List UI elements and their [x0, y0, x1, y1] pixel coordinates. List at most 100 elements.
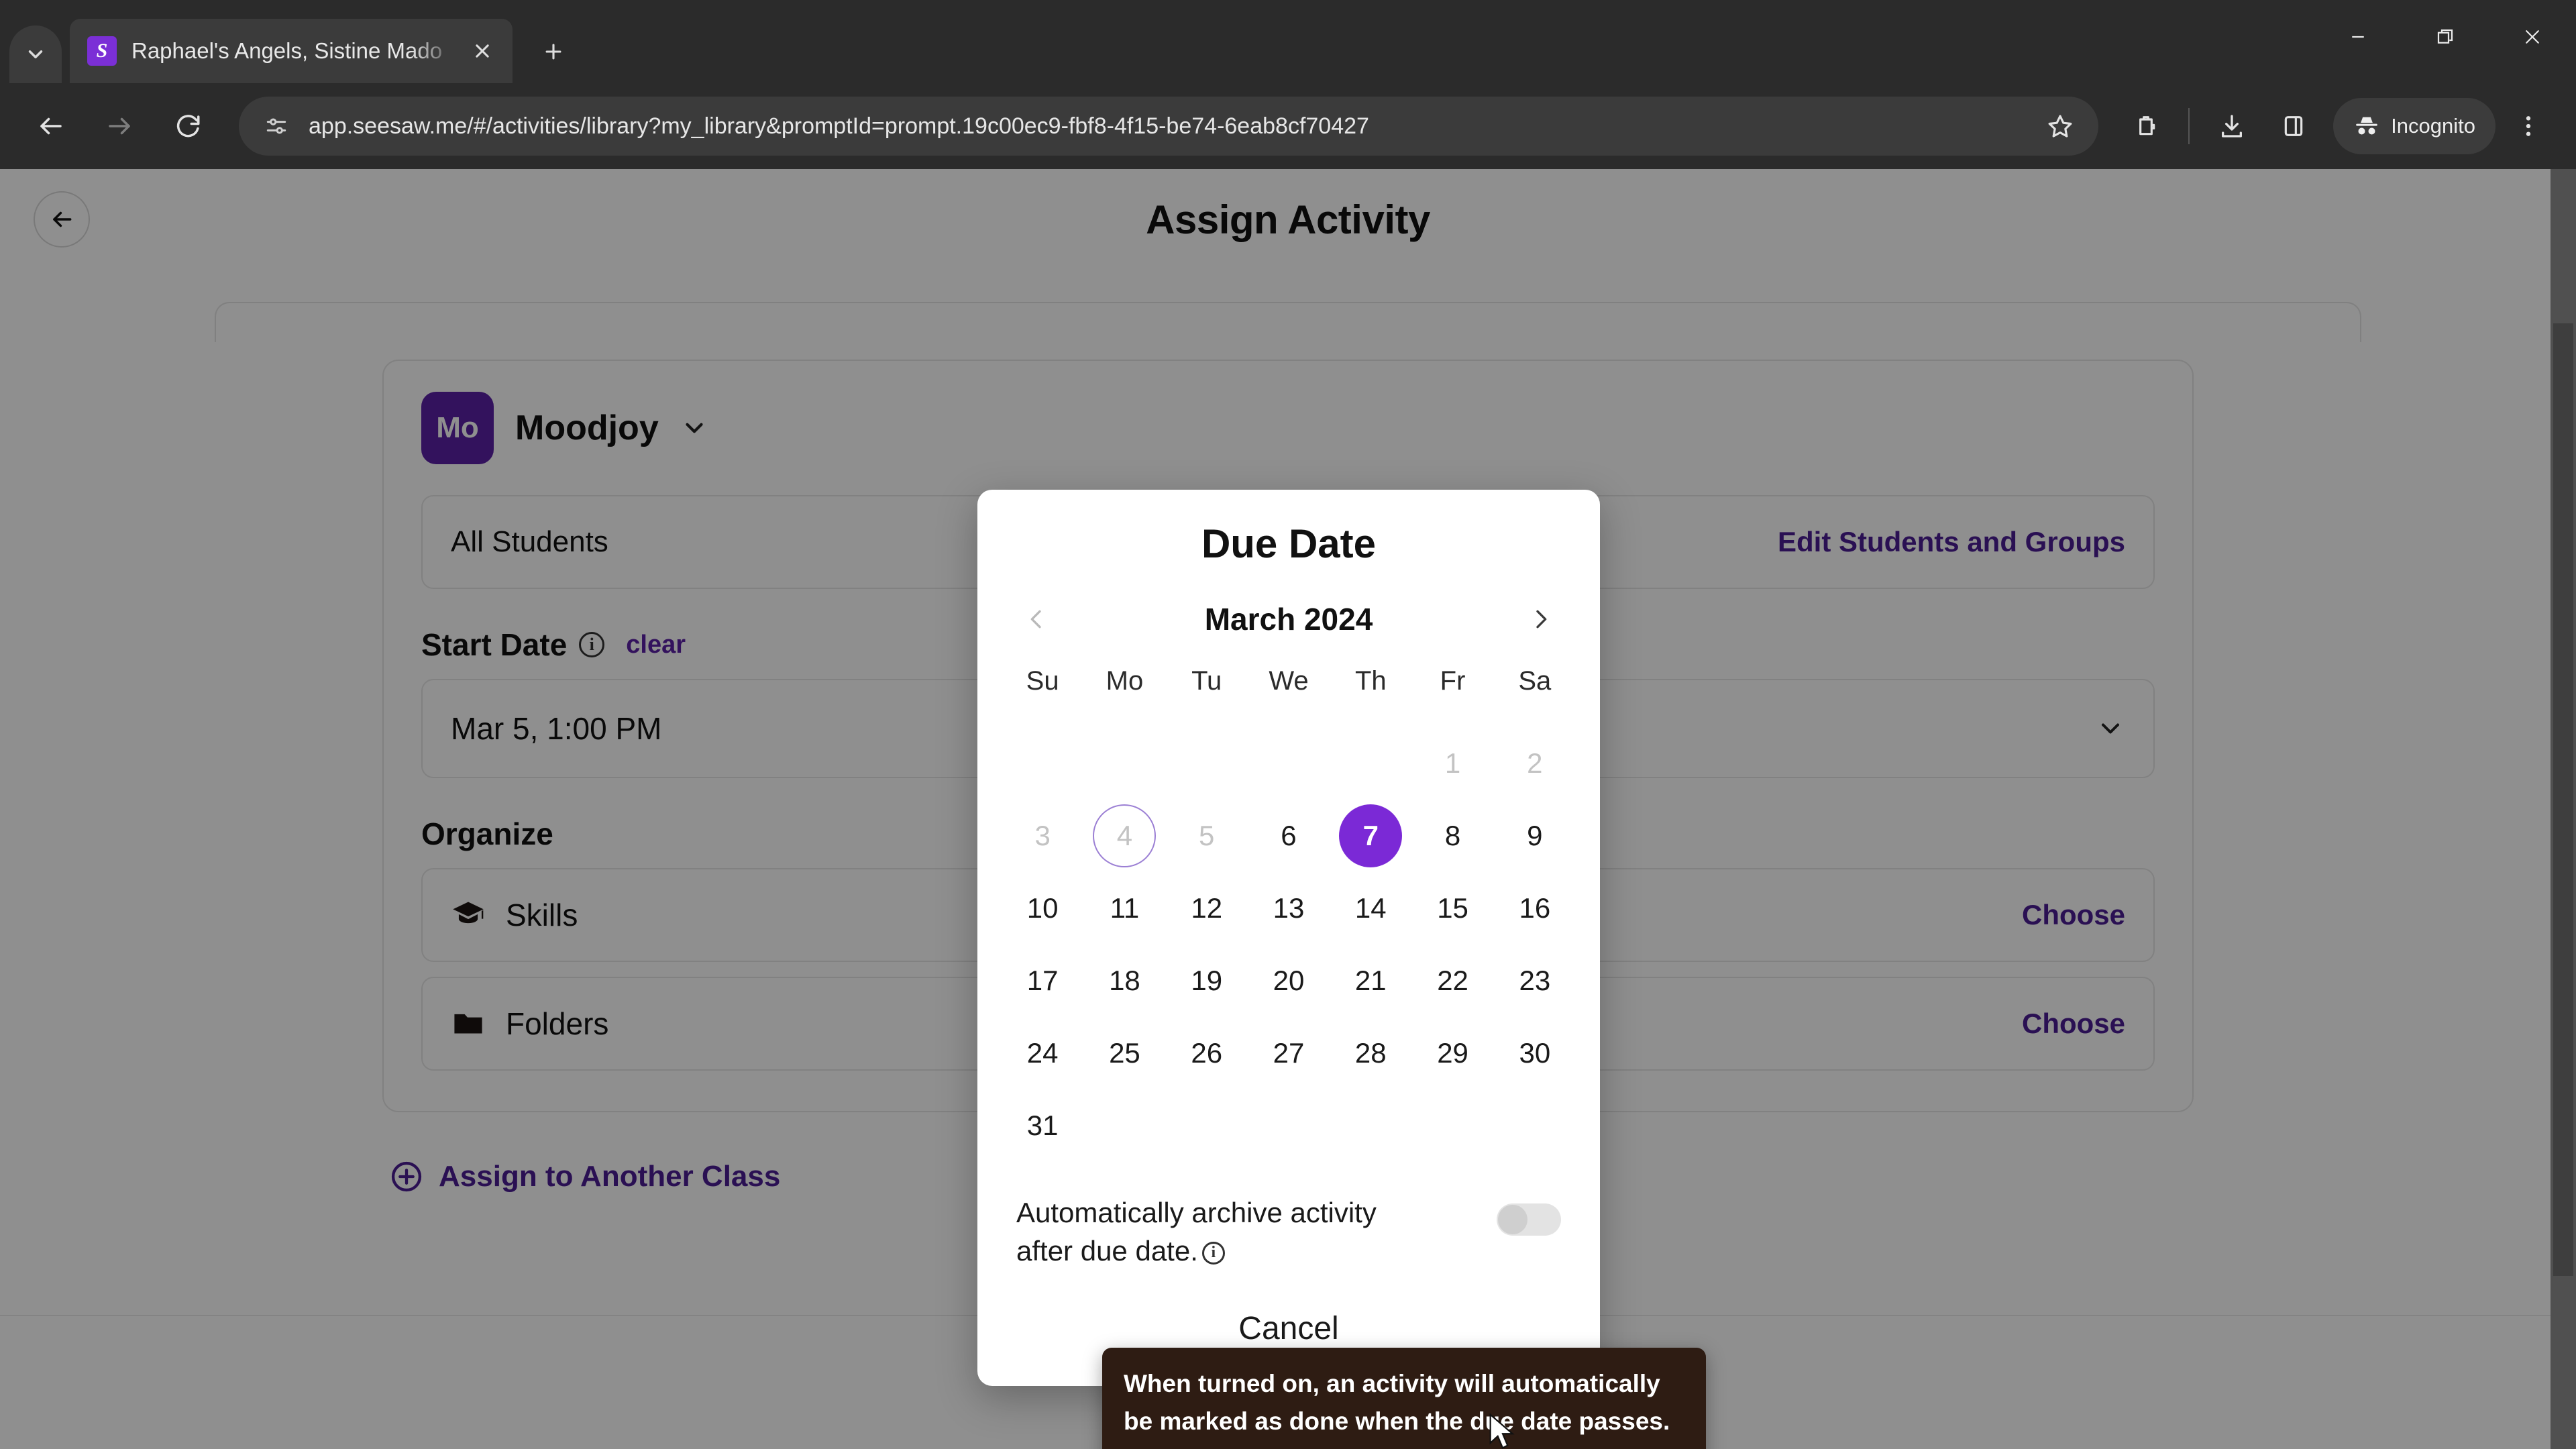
calendar-day-6[interactable]: 6 [1257, 804, 1320, 867]
browser-forward-button[interactable] [87, 94, 152, 158]
maximize-button[interactable] [2402, 0, 2489, 74]
calendar-day-11[interactable]: 11 [1093, 877, 1156, 940]
calendar-cell: 17 [1002, 945, 1083, 1017]
info-icon[interactable]: i [1201, 1241, 1225, 1265]
browser-reload-button[interactable] [156, 94, 220, 158]
browser-tab[interactable]: S Raphael's Angels, Sistine Mado [70, 19, 513, 83]
calendar-day-9[interactable]: 9 [1503, 804, 1566, 867]
calendar-cell: 22 [1411, 945, 1493, 1017]
calendar-cell [1411, 1089, 1493, 1162]
downloads-button[interactable] [2203, 97, 2261, 155]
calendar-cell: 2 [1494, 727, 1576, 800]
minimize-icon [2352, 36, 2364, 38]
calendar-cell: 31 [1002, 1089, 1083, 1162]
calendar-day-2: 2 [1527, 747, 1543, 779]
calendar-day-17[interactable]: 17 [1011, 949, 1074, 1012]
back-arrow-icon [40, 117, 62, 135]
next-month-button[interactable] [1522, 600, 1560, 638]
auto-archive-row: Automatically archive activity after due… [977, 1162, 1600, 1270]
extensions-button[interactable] [2117, 97, 2175, 155]
new-tab-button[interactable] [530, 28, 577, 75]
auto-archive-label: Automatically archive activity after due… [1016, 1194, 1392, 1270]
incognito-icon [2356, 117, 2378, 135]
calendar-day-empty [1175, 732, 1238, 795]
auto-archive-tooltip: When turned on, an activity will automat… [1102, 1348, 1706, 1449]
auto-archive-text: Automatically archive activity after due… [1016, 1197, 1377, 1267]
calendar-day-29[interactable]: 29 [1421, 1022, 1485, 1085]
calendar-cell: 21 [1330, 945, 1411, 1017]
side-panel-icon [2284, 116, 2303, 136]
calendar-day-16[interactable]: 16 [1503, 877, 1566, 940]
calendar-day-13[interactable]: 13 [1257, 877, 1320, 940]
chevron-left-icon [1030, 610, 1041, 629]
tab-title: Raphael's Angels, Sistine Mado [131, 38, 443, 63]
browser-window: S Raphael's Angels, Sistine Mado app.see… [0, 0, 2576, 1449]
minimize-button[interactable] [2314, 0, 2402, 74]
calendar-cell: 9 [1494, 800, 1576, 872]
calendar-day-27[interactable]: 27 [1257, 1022, 1320, 1085]
calendar-day-21[interactable]: 21 [1339, 949, 1402, 1012]
calendar-day-19[interactable]: 19 [1175, 949, 1238, 1012]
calendar-day-10[interactable]: 10 [1011, 877, 1074, 940]
calendar-day-31[interactable]: 31 [1011, 1094, 1074, 1157]
calendar-cell: 23 [1494, 945, 1576, 1017]
calendar-dow-fr: Fr [1440, 666, 1466, 696]
calendar-cell [1248, 1089, 1330, 1162]
calendar-day-8[interactable]: 8 [1421, 804, 1485, 867]
calendar-day-22[interactable]: 22 [1421, 949, 1485, 1012]
side-panel-button[interactable] [2265, 97, 2322, 155]
browser-menu-button[interactable] [2500, 97, 2557, 155]
site-settings-button[interactable] [262, 111, 291, 141]
calendar-cell: 8 [1411, 800, 1493, 872]
window-close-button[interactable] [2489, 0, 2576, 74]
calendar-cell: 25 [1083, 1017, 1165, 1089]
calendar-day-4[interactable]: 4 [1093, 804, 1157, 867]
calendar-cell: 13 [1248, 872, 1330, 945]
calendar-day-30[interactable]: 30 [1503, 1022, 1566, 1085]
calendar-cell [1166, 727, 1248, 800]
browser-back-button[interactable] [19, 94, 83, 158]
calendar-day-24[interactable]: 24 [1011, 1022, 1074, 1085]
address-bar[interactable]: app.seesaw.me/#/activities/library?my_li… [239, 97, 2099, 156]
calendar-day-12[interactable]: 12 [1175, 877, 1238, 940]
calendar-day-empty [1421, 1094, 1485, 1157]
calendar-cell: 6 [1248, 800, 1330, 872]
calendar-day-26[interactable]: 26 [1175, 1022, 1238, 1085]
calendar-day-25[interactable]: 25 [1093, 1022, 1156, 1085]
calendar-cell [1166, 1089, 1248, 1162]
extensions-icon [2139, 116, 2155, 136]
cancel-button[interactable]: Cancel [1238, 1310, 1338, 1347]
calendar-cell [1330, 1089, 1411, 1162]
calendar-day-20[interactable]: 20 [1257, 949, 1320, 1012]
calendar-cell [1002, 727, 1083, 800]
calendar-day-15[interactable]: 15 [1421, 877, 1485, 940]
calendar-dow-we: We [1269, 666, 1309, 696]
calendar-day-7[interactable]: 7 [1339, 804, 1403, 867]
calendar-cell [1083, 1089, 1165, 1162]
tab-close-button[interactable] [464, 33, 500, 69]
bookmark-button[interactable] [2037, 103, 2084, 150]
tab-search-button[interactable] [9, 25, 62, 83]
calendar-day-3: 3 [1034, 820, 1051, 851]
calendar-cell: 3 [1002, 800, 1083, 872]
calendar-day-empty [1339, 732, 1402, 795]
calendar-day-1: 1 [1444, 747, 1461, 779]
tab-favicon: S [87, 36, 117, 66]
calendar-cell: 4 [1083, 800, 1165, 872]
calendar-cell: 30 [1494, 1017, 1576, 1089]
calendar-days-grid: 1 2 3 4 5 6 7 8 9 10 11 12 13 14 15 16 17 18 19 20 21 22 23 24 2… [977, 727, 1600, 1162]
calendar-day-28[interactable]: 28 [1339, 1022, 1402, 1085]
url-text: app.seesaw.me/#/activities/library?my_li… [309, 113, 1369, 139]
calendar-day-14[interactable]: 14 [1339, 877, 1402, 940]
three-dot-menu-icon [2526, 116, 2531, 136]
previous-month-button[interactable] [1018, 600, 1055, 638]
calendar-month-label: March 2024 [1204, 602, 1373, 637]
calendar-day-18[interactable]: 18 [1093, 949, 1156, 1012]
auto-archive-toggle[interactable] [1497, 1203, 1561, 1236]
calendar-day-23[interactable]: 23 [1503, 949, 1566, 1012]
calendar-cell [1494, 1089, 1576, 1162]
calendar-dow-th: Th [1354, 666, 1387, 696]
calendar-dow-su: Su [1026, 666, 1059, 696]
incognito-indicator[interactable]: Incognito [2333, 98, 2496, 154]
calendar-cell: 12 [1166, 872, 1248, 945]
